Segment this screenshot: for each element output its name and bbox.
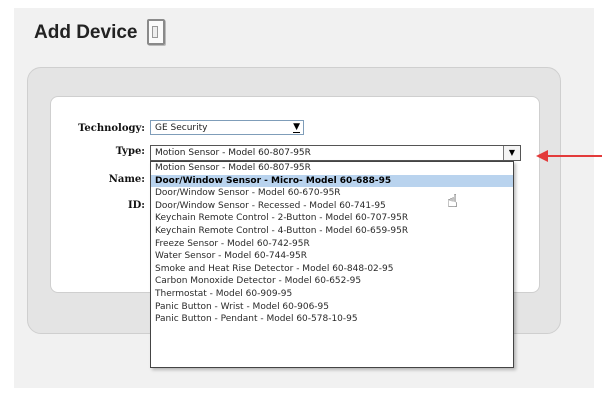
dropdown-option[interactable]: Panic Button - Pendant - Model 60-578-10… [151, 313, 513, 326]
annotation-arrow-icon [536, 150, 548, 162]
dropdown-option-highlighted[interactable]: Door/Window Sensor - Micro- Model 60-688… [151, 174, 513, 188]
name-label: Name: [108, 174, 145, 185]
dropdown-option[interactable]: Water Sensor - Model 60-744-95R [151, 250, 513, 263]
technology-select[interactable]: GE Security ▼ [150, 120, 304, 135]
dropdown-option[interactable]: Keychain Remote Control - 4-Button - Mod… [151, 225, 513, 238]
annotation-arrow-line [546, 155, 602, 157]
type-value: Motion Sensor - Model 60-807-95R [155, 148, 311, 158]
dropdown-option[interactable]: Motion Sensor - Model 60-807-95R [151, 162, 513, 175]
door-sensor-icon [147, 19, 165, 45]
id-label: ID: [127, 200, 145, 211]
chevron-down-icon[interactable]: ▼ [503, 146, 520, 160]
dropdown-option[interactable]: Carbon Monoxide Detector - Model 60-652-… [151, 275, 513, 288]
page-title: Add Device [34, 22, 138, 43]
dropdown-option[interactable]: Door/Window Sensor - Model 60-670-95R [151, 187, 513, 200]
type-label: Type: [115, 146, 145, 157]
type-dropdown-list[interactable]: Motion Sensor - Model 60-807-95R Door/Wi… [150, 161, 514, 368]
technology-label: Technology: [78, 123, 145, 134]
dropdown-option[interactable]: Smoke and Heat Rise Detector - Model 60-… [151, 263, 513, 276]
dropdown-option[interactable]: Panic Button - Wrist - Model 60-906-95 [151, 301, 513, 314]
dropdown-option[interactable]: Thermostat - Model 60-909-95 [151, 288, 513, 301]
dropdown-option[interactable]: Door/Window Sensor - Recessed - Model 60… [151, 200, 513, 213]
chevron-down-icon[interactable]: ▼ [293, 122, 300, 133]
type-select[interactable]: Motion Sensor - Model 60-807-95R ▼ [150, 145, 521, 161]
dropdown-option[interactable]: Keychain Remote Control - 2-Button - Mod… [151, 212, 513, 225]
hand-cursor-icon: ☝ [447, 191, 458, 212]
dropdown-option[interactable]: Freeze Sensor - Model 60-742-95R [151, 238, 513, 251]
technology-value: GE Security [155, 123, 208, 133]
